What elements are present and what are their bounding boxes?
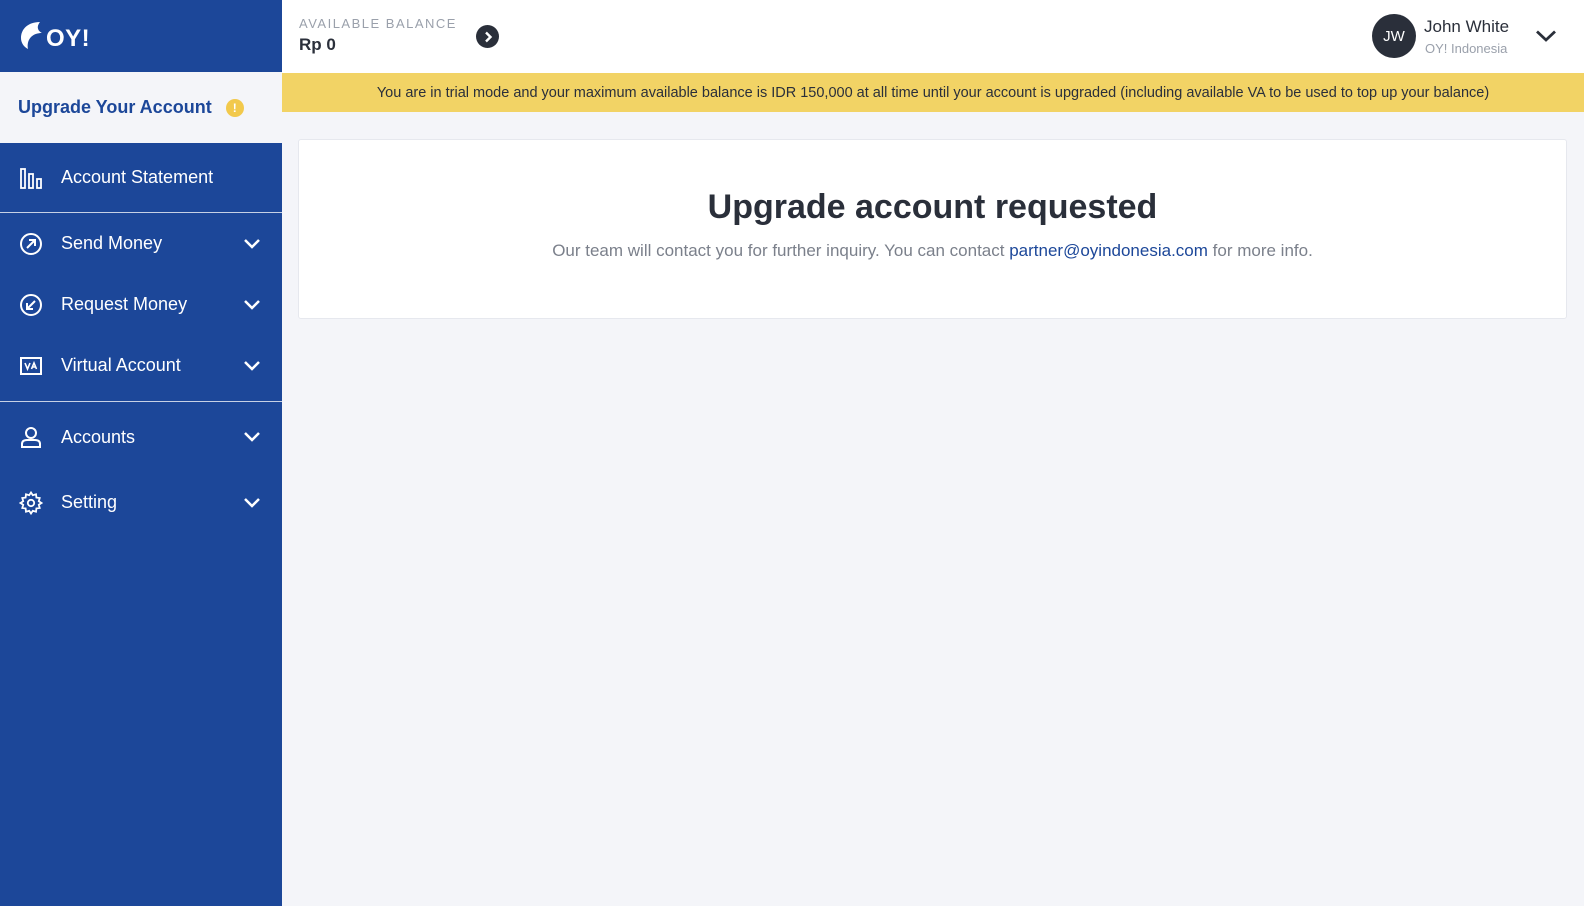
chevron-down-icon [242, 493, 262, 513]
sidebar-item-setting[interactable]: Setting [0, 472, 282, 533]
sidebar: OY! Upgrade Your Account ! Account State… [0, 0, 282, 906]
bar-chart-icon [18, 165, 44, 191]
trial-mode-text: You are in trial mode and your maximum a… [376, 84, 1490, 101]
user-organization: OY! Indonesia [1425, 41, 1508, 56]
balance-label: AVAILABLE BALANCE [299, 16, 457, 31]
sidebar-item-label: Setting [61, 492, 118, 512]
partner-email-link[interactable]: partner@oyindonesia.com [1009, 241, 1208, 260]
upgrade-account-link[interactable]: Upgrade Your Account ! [0, 72, 282, 143]
sidebar-item-label: Accounts [61, 426, 136, 447]
upgrade-account-label: Upgrade Your Account [18, 97, 212, 117]
sidebar-item-virtual-account[interactable]: Virtual Account [0, 335, 282, 396]
chevron-down-icon [242, 295, 262, 315]
arrow-up-right-circle-icon [18, 231, 44, 257]
logo[interactable]: OY! [0, 0, 282, 72]
logo-leaf-icon [18, 20, 44, 52]
va-card-icon [18, 353, 44, 379]
warning-icon: ! [225, 98, 244, 117]
sidebar-item-label: Send Money [61, 233, 163, 253]
upgrade-status-card: Upgrade account requested Our team will … [298, 139, 1567, 319]
chevron-down-icon [242, 356, 262, 376]
chevron-down-icon [242, 234, 262, 254]
user-icon [18, 424, 44, 450]
upgrade-status-message: Our team will contact you for further in… [299, 241, 1566, 261]
chevron-right-icon [483, 31, 493, 43]
sidebar-item-account-statement[interactable]: Account Statement [0, 143, 282, 212]
sidebar-item-send-money[interactable]: Send Money [0, 213, 282, 274]
sidebar-item-label: Account Statement [61, 167, 214, 187]
balance-details-button[interactable] [476, 25, 499, 48]
arrow-down-left-circle-icon [18, 292, 44, 318]
sidebar-item-request-money[interactable]: Request Money [0, 274, 282, 335]
trial-mode-banner: You are in trial mode and your maximum a… [282, 73, 1584, 112]
user-name: John White [1424, 17, 1510, 36]
message-text-before: Our team will contact you for further in… [552, 241, 1010, 260]
chevron-down-icon [1535, 29, 1557, 43]
sidebar-item-label: Virtual Account [61, 355, 181, 375]
sidebar-item-accounts[interactable]: Accounts [0, 402, 282, 472]
logo-text: OY! [46, 25, 91, 52]
page-title: Upgrade account requested [707, 188, 1158, 226]
avatar[interactable]: JW [1372, 14, 1416, 58]
user-menu-toggle[interactable] [1534, 25, 1558, 47]
gear-icon [18, 490, 44, 516]
sidebar-item-label: Request Money [61, 294, 188, 314]
message-text-after: for more info. [1207, 241, 1313, 260]
balance-value: Rp 0 [299, 35, 336, 54]
chevron-down-icon [242, 427, 262, 447]
top-header: AVAILABLE BALANCE Rp 0 JW John White OY!… [282, 0, 1584, 73]
